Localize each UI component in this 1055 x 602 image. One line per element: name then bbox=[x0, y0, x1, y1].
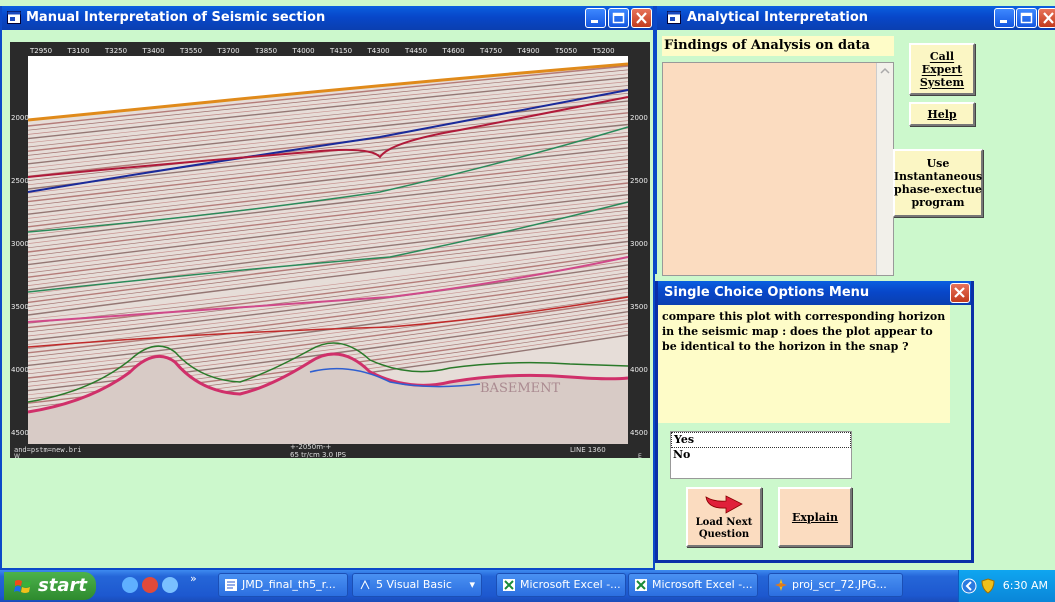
maximize-button[interactable] bbox=[1016, 8, 1037, 28]
group-dropdown-icon: ▾ bbox=[469, 578, 475, 591]
manual-window-titlebar[interactable]: Manual Interpretation of Seismic section bbox=[2, 6, 653, 30]
svg-text:65 tr/cm 3.0 IPS: 65 tr/cm 3.0 IPS bbox=[290, 451, 347, 458]
depth-label-right: 2500 bbox=[630, 177, 648, 185]
maximize-button[interactable] bbox=[608, 8, 629, 28]
close-button[interactable] bbox=[1038, 8, 1055, 28]
taskbar-item-word[interactable]: JMD_final_th5_r... bbox=[218, 573, 348, 597]
use-instantaneous-phase-button[interactable]: Use Instantaneous phase-exectue program bbox=[893, 149, 983, 217]
word-doc-icon bbox=[225, 579, 237, 591]
opera-icon[interactable] bbox=[142, 577, 158, 593]
close-icon bbox=[636, 12, 647, 24]
choice-no[interactable]: No bbox=[671, 448, 851, 462]
tray-expand-icon[interactable] bbox=[961, 578, 977, 594]
svg-text:and=pstm=new.bri: and=pstm=new.bri bbox=[14, 446, 81, 454]
svg-text:+-2050m-+: +-2050m-+ bbox=[290, 443, 332, 451]
analytical-window-title: Analytical Interpretation bbox=[687, 10, 869, 25]
seismic-section-image[interactable]: BASEMENT T2950 T3100 T3250 T3400 T3550 T3700 T… bbox=[10, 42, 650, 458]
depth-label-left: 3500 bbox=[11, 303, 29, 311]
depth-label-right: 3000 bbox=[630, 240, 648, 248]
trace-label: T4600 bbox=[442, 47, 465, 55]
depth-label-right: 4000 bbox=[630, 366, 648, 374]
trace-label: T3550 bbox=[179, 47, 202, 55]
maximize-icon bbox=[1020, 12, 1033, 24]
analytical-interpretation-window: Analytical Interpretation Findings of An… bbox=[655, 6, 1055, 276]
findings-scrollbar[interactable] bbox=[876, 63, 893, 275]
system-tray: 6:30 AM bbox=[958, 570, 1055, 602]
trace-label: T4300 bbox=[367, 47, 390, 55]
depth-label-left: 2000 bbox=[11, 114, 29, 122]
start-button[interactable]: start bbox=[4, 572, 96, 600]
help-button[interactable]: Help bbox=[909, 102, 975, 126]
findings-label: Findings of Analysis on data bbox=[662, 36, 894, 56]
excel-icon bbox=[503, 579, 515, 591]
options-window-title: Single Choice Options Menu bbox=[664, 285, 870, 300]
choice-listbox[interactable]: Yes No bbox=[670, 431, 852, 479]
depth-label-left: 4500 bbox=[11, 429, 29, 437]
trace-label: T4000 bbox=[292, 47, 315, 55]
choice-yes[interactable]: Yes bbox=[671, 432, 851, 448]
trace-label: T3700 bbox=[217, 47, 240, 55]
basement-label: BASEMENT bbox=[480, 381, 561, 396]
excel-icon bbox=[635, 579, 647, 591]
depth-label-left: 2500 bbox=[11, 177, 29, 185]
security-shield-icon[interactable] bbox=[981, 578, 995, 594]
taskbar: start » JMD_final_th5_r... 5 Visual Basi… bbox=[0, 570, 1055, 602]
trace-label: T4150 bbox=[329, 47, 352, 55]
options-window-titlebar[interactable]: Single Choice Options Menu bbox=[658, 281, 971, 305]
app-window-icon bbox=[7, 11, 21, 24]
minimize-button[interactable] bbox=[994, 8, 1015, 28]
depth-label-left: 3000 bbox=[11, 240, 29, 248]
taskbar-item-image[interactable]: proj_scr_72.JPG... bbox=[768, 573, 903, 597]
question-text: compare this plot with corresponding hor… bbox=[658, 305, 950, 423]
minimize-icon bbox=[591, 20, 598, 23]
depth-label-right: 3500 bbox=[630, 303, 648, 311]
arrow-right-icon bbox=[705, 495, 743, 514]
trace-label: T3250 bbox=[104, 47, 127, 55]
maximize-icon bbox=[612, 12, 625, 24]
quicklaunch-more-chevron[interactable]: » bbox=[190, 572, 197, 585]
clock[interactable]: 6:30 AM bbox=[1003, 570, 1048, 602]
trace-label: T4450 bbox=[404, 47, 427, 55]
scroll-up-icon[interactable] bbox=[877, 63, 893, 79]
load-next-question-button[interactable]: Load Next Question bbox=[686, 487, 762, 547]
trace-label: T5200 bbox=[592, 47, 615, 55]
app-window-icon bbox=[667, 11, 681, 24]
taskbar-item-visual-basic[interactable]: 5 Visual Basic ▾ bbox=[352, 573, 482, 597]
browser-icon[interactable] bbox=[162, 577, 178, 593]
image-viewer-icon bbox=[775, 579, 787, 591]
minimize-icon bbox=[1000, 20, 1007, 23]
windows-flag-icon bbox=[14, 580, 31, 593]
visual-basic-icon bbox=[360, 579, 370, 590]
call-expert-system-button[interactable]: Call Expert System bbox=[909, 43, 975, 95]
close-button[interactable] bbox=[950, 283, 970, 303]
depth-label-right: 4500 bbox=[630, 429, 648, 437]
findings-textarea[interactable] bbox=[662, 62, 894, 276]
svg-text:LINE 1360: LINE 1360 bbox=[570, 446, 606, 454]
explain-button[interactable]: Explain bbox=[778, 487, 852, 547]
trace-label: T2950 bbox=[29, 47, 52, 55]
internet-explorer-icon[interactable] bbox=[122, 577, 138, 593]
depth-label-right: 2000 bbox=[630, 114, 648, 122]
trace-label: T4900 bbox=[517, 47, 540, 55]
manual-window-title: Manual Interpretation of Seismic section bbox=[26, 10, 326, 25]
minimize-button[interactable] bbox=[585, 8, 606, 28]
trace-label: T5050 bbox=[554, 47, 577, 55]
depth-label-left: 4000 bbox=[11, 366, 29, 374]
taskbar-item-excel-1[interactable]: Microsoft Excel -... bbox=[496, 573, 626, 597]
trace-label: T3850 bbox=[254, 47, 277, 55]
taskbar-item-excel-2[interactable]: Microsoft Excel -... bbox=[628, 573, 758, 597]
close-button[interactable] bbox=[631, 8, 652, 28]
close-icon bbox=[1043, 12, 1054, 24]
svg-text:W: W bbox=[14, 453, 20, 458]
manual-interpretation-window: Manual Interpretation of Seismic section bbox=[0, 6, 655, 570]
trace-label: T4750 bbox=[479, 47, 502, 55]
close-icon bbox=[954, 287, 965, 298]
trace-label: T3100 bbox=[67, 47, 90, 55]
svg-text:E: E bbox=[638, 453, 642, 458]
analytical-window-titlebar[interactable]: Analytical Interpretation bbox=[657, 6, 1055, 30]
single-choice-options-window: Single Choice Options Menu compare this … bbox=[655, 281, 974, 563]
trace-label: T3400 bbox=[142, 47, 165, 55]
